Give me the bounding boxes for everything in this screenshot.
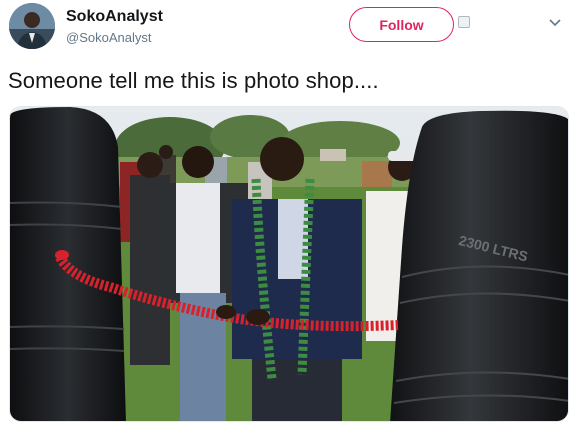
user-handle[interactable]: @SokoAnalyst — [66, 30, 151, 45]
chevron-down-icon[interactable] — [548, 18, 562, 28]
tweet-text: Someone tell me this is photo shop.... — [8, 68, 379, 93]
avatar[interactable] — [9, 3, 55, 49]
tweet-photo[interactable]: 2300 LTRS — [9, 106, 569, 422]
display-name[interactable]: SokoAnalyst — [66, 8, 163, 26]
follow-button[interactable]: Follow — [349, 7, 454, 42]
tweet-header: SokoAnalyst @SokoAnalyst Follow — [0, 0, 573, 60]
card-icon — [458, 16, 470, 28]
